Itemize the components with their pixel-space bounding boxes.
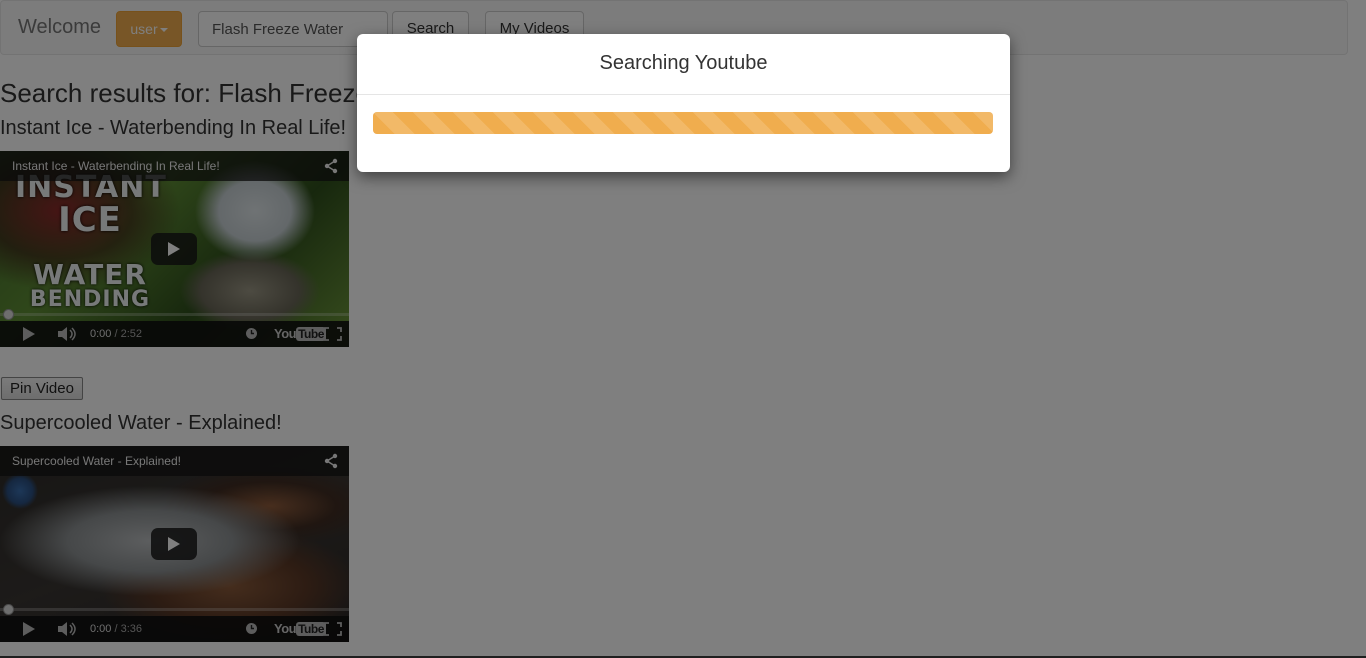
search-progress-bar [373, 112, 993, 134]
modal-header: Searching Youtube [357, 34, 1010, 95]
search-progress-fill [373, 112, 993, 134]
searching-modal: Searching Youtube [357, 34, 1010, 172]
page: Welcome user Search My Videos Search res… [0, 0, 1366, 658]
modal-title: Searching Youtube [599, 52, 768, 74]
